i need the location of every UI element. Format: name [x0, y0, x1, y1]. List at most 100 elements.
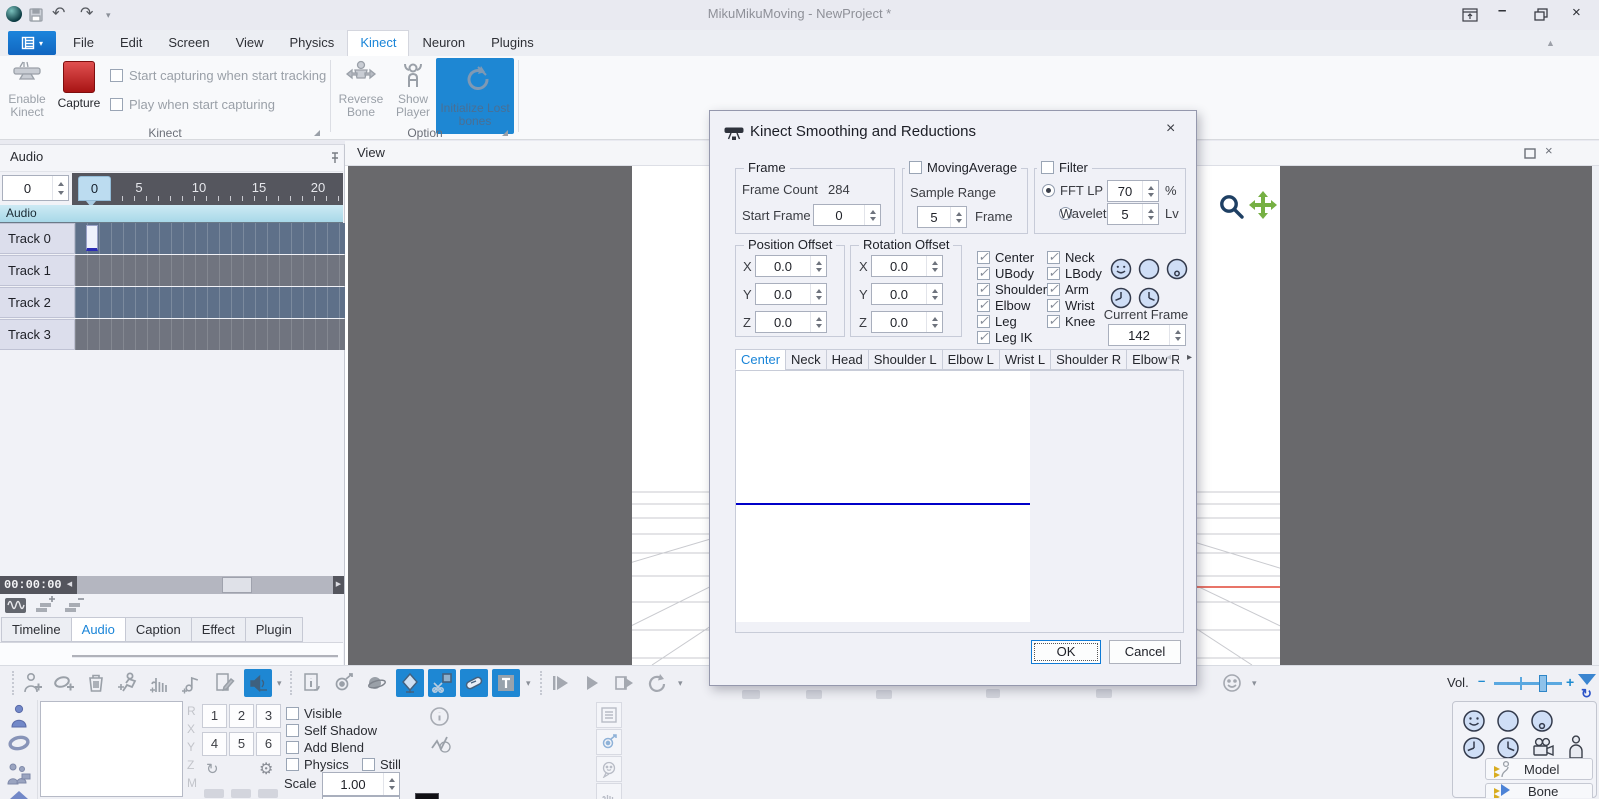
numpad-3[interactable]: 3: [256, 704, 281, 728]
hand-pose-icon[interactable]: [596, 783, 622, 799]
part-leg-checkbox[interactable]: Leg: [977, 314, 1017, 329]
part-ubody-checkbox[interactable]: UBody: [977, 266, 1034, 281]
face-smile-icon[interactable]: [1461, 708, 1487, 734]
reset-icon[interactable]: ↻: [206, 760, 219, 778]
waveform-icon[interactable]: [4, 596, 28, 616]
close-icon[interactable]: ×: [1572, 4, 1581, 21]
enable-kinect-button[interactable]: Enable Kinect: [2, 60, 52, 119]
start-frame-spinner[interactable]: 0: [813, 204, 881, 226]
face-blank-icon[interactable]: [1137, 257, 1161, 281]
toolbar-grip[interactable]: [12, 671, 17, 695]
repeat-icon[interactable]: [644, 671, 668, 695]
still-checkbox[interactable]: Still: [362, 757, 401, 772]
camera-target-icon[interactable]: [596, 729, 622, 755]
track-label[interactable]: Track 2: [0, 287, 75, 318]
fft-spinner[interactable]: 70: [1107, 180, 1159, 202]
model-mode-icon[interactable]: [8, 703, 32, 729]
start-capturing-checkbox[interactable]: Start capturing when start tracking: [110, 68, 326, 83]
volume-slider[interactable]: [1494, 682, 1562, 685]
application-menu-button[interactable]: ▾: [8, 31, 56, 55]
tab-timeline[interactable]: Timeline: [1, 617, 72, 642]
overflow-icon[interactable]: ▾: [1252, 678, 1257, 689]
joint-tab-shoulder-r[interactable]: Shoulder R: [1050, 349, 1127, 370]
face-blank-icon[interactable]: [1495, 708, 1521, 734]
part-knee-checkbox[interactable]: Knee: [1047, 314, 1095, 329]
settings-gear-icon[interactable]: ⚙: [259, 759, 273, 779]
part-elbow-checkbox[interactable]: Elbow: [977, 298, 1030, 313]
joint-tab-head[interactable]: Head: [826, 349, 869, 370]
filter-checkbox[interactable]: [1041, 161, 1054, 174]
tab-physics[interactable]: Physics: [277, 30, 348, 55]
fft-radio[interactable]: [1042, 184, 1055, 197]
person-icon[interactable]: [1563, 734, 1589, 761]
wavelet-spinner[interactable]: 5: [1107, 203, 1159, 225]
volume-handle[interactable]: [1539, 675, 1547, 692]
tab-plugin[interactable]: Plugin: [245, 617, 303, 642]
position-y-spinner[interactable]: 0.0: [755, 283, 827, 305]
face-mouth-icon[interactable]: [1529, 708, 1555, 734]
tab-screen[interactable]: Screen: [155, 30, 222, 55]
show-player-button[interactable]: Show Player: [388, 60, 438, 119]
joint-tab-elbow-l[interactable]: Elbow L: [942, 349, 1000, 370]
rotation-x-spinner[interactable]: 0.0: [871, 255, 943, 277]
camera-icon[interactable]: [1531, 736, 1557, 760]
track-grid[interactable]: [75, 255, 345, 286]
option-group-launcher[interactable]: [502, 130, 508, 136]
audio-group-row[interactable]: Audio: [0, 205, 343, 223]
add-blend-checkbox[interactable]: Add Blend: [286, 740, 364, 755]
physics-sphere-icon[interactable]: [364, 671, 388, 695]
restore-icon[interactable]: [1534, 8, 1548, 21]
edit-caption-icon[interactable]: [212, 671, 236, 695]
numpad-6[interactable]: 6: [256, 732, 281, 756]
tab-scroll-right-icon[interactable]: ▸: [1187, 352, 1192, 363]
tab-edit[interactable]: Edit: [107, 30, 155, 55]
view-maximize-icon[interactable]: [1524, 148, 1536, 159]
current-frame-marker[interactable]: 0: [78, 176, 111, 201]
delete-icon[interactable]: [84, 671, 108, 695]
tab-scroll-left-icon[interactable]: ◂: [1166, 352, 1171, 363]
hscroll-track[interactable]: [77, 576, 333, 594]
scale-spinner[interactable]: 1.00: [322, 772, 400, 796]
accessory-mode-icon[interactable]: [6, 732, 32, 756]
hscroll-left-arrow[interactable]: ◀: [62, 576, 77, 594]
play-icon[interactable]: [580, 671, 604, 695]
audio-device-icon[interactable]: [244, 669, 272, 697]
numpad-5[interactable]: 5: [229, 732, 254, 756]
kinect-group-launcher[interactable]: [314, 130, 320, 136]
frame-number-spinner[interactable]: 0: [2, 175, 69, 201]
cancel-button[interactable]: Cancel: [1109, 640, 1181, 664]
tab-caption[interactable]: Caption: [125, 617, 192, 642]
track-grid[interactable]: [75, 319, 345, 350]
rotation-z-spinner[interactable]: 0.0: [871, 311, 943, 333]
pin-icon[interactable]: [330, 152, 340, 164]
add-pose-icon[interactable]: [148, 671, 172, 695]
sample-range-spinner[interactable]: 5: [917, 206, 967, 228]
add-motion-icon[interactable]: [116, 671, 140, 695]
moving-average-checkbox[interactable]: [909, 161, 922, 174]
numpad-1[interactable]: 1: [202, 704, 227, 728]
part-legik-checkbox[interactable]: Leg IK: [977, 330, 1033, 345]
effect-icon[interactable]: [460, 669, 488, 697]
play-when-capturing-checkbox[interactable]: Play when start capturing: [110, 97, 275, 112]
track-label[interactable]: Track 3: [0, 319, 75, 350]
part-center-checkbox[interactable]: Center: [977, 250, 1034, 265]
face-mouth-icon[interactable]: [1165, 257, 1189, 281]
capture-button[interactable]: Capture: [54, 60, 104, 110]
part-wrist-checkbox[interactable]: Wrist: [1047, 298, 1094, 313]
tab-neuron[interactable]: Neuron: [409, 30, 478, 55]
add-audio-icon[interactable]: [180, 671, 204, 695]
part-neck-checkbox[interactable]: Neck: [1047, 250, 1095, 265]
morph-check-icon[interactable]: [428, 733, 451, 756]
position-z-spinner[interactable]: 0.0: [755, 311, 827, 333]
track-grid[interactable]: [75, 287, 345, 318]
caption-text-icon[interactable]: [492, 669, 520, 697]
part-shoulder-checkbox[interactable]: Shoulder: [977, 282, 1047, 297]
initialize-lost-bones-button[interactable]: Initialize Lost bones: [436, 58, 514, 134]
minimize-icon[interactable]: –: [1498, 2, 1506, 19]
hscroll-thumb[interactable]: [222, 577, 252, 593]
toolbar-grip[interactable]: [540, 671, 545, 695]
tab-view[interactable]: View: [223, 30, 277, 55]
model-button[interactable]: Model: [1485, 758, 1593, 780]
camera-mode-icon[interactable]: [4, 760, 32, 788]
position-x-spinner[interactable]: 0.0: [755, 255, 827, 277]
